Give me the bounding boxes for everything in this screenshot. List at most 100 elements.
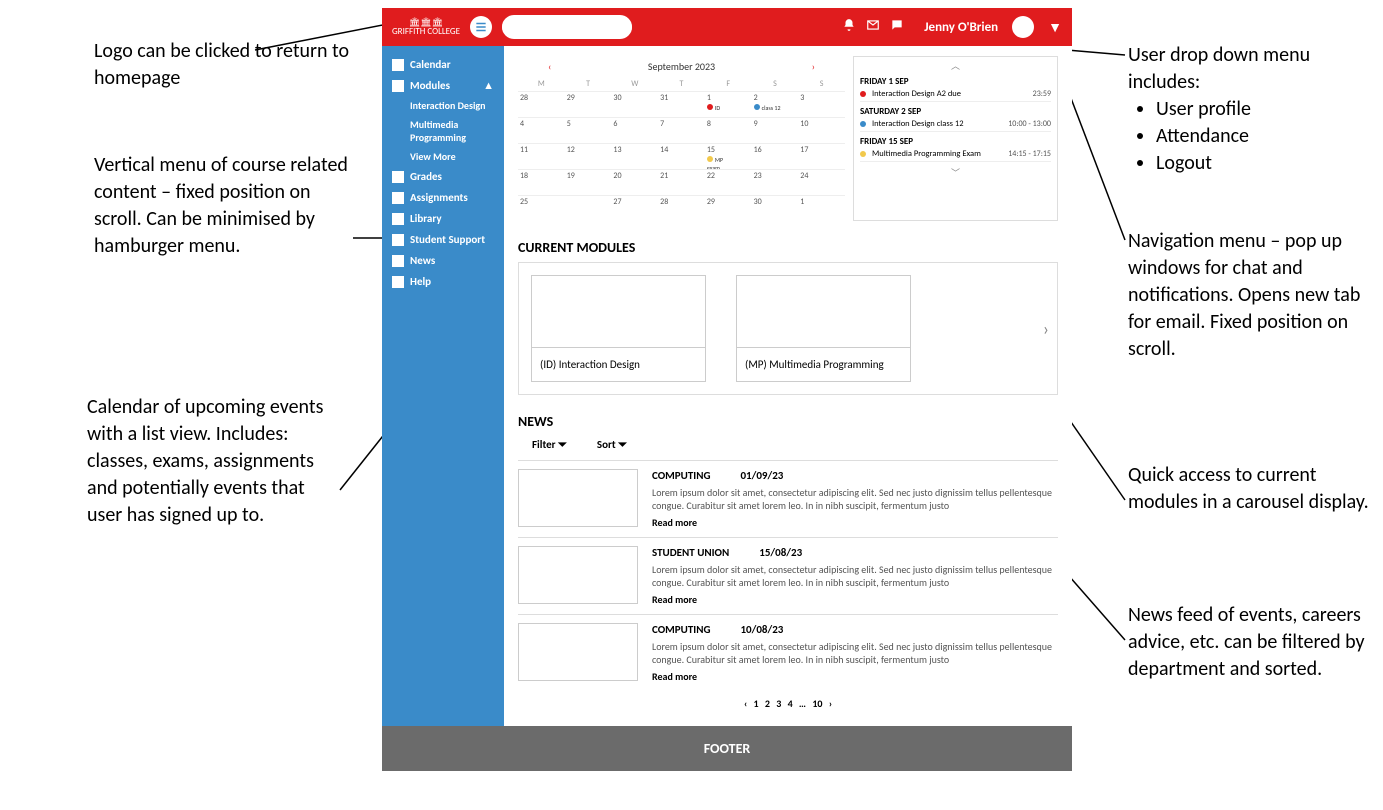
annotation-dropdown-head: User drop down menu includes: <box>1128 42 1373 96</box>
event-title: Interaction Design class 12 <box>872 119 964 129</box>
module-title: (MP) Multimedia Programming <box>737 348 910 381</box>
calendar-cell[interactable]: 18 <box>518 169 565 195</box>
calendar-cell[interactable]: 4 <box>518 117 565 143</box>
calendar-cell[interactable]: 28 <box>518 91 565 117</box>
mail-icon[interactable] <box>866 18 880 36</box>
sidebar-sub-view-more[interactable]: View More <box>382 147 504 166</box>
calendar-cell[interactable]: 23 <box>752 169 799 195</box>
calendar-next[interactable]: › <box>812 60 815 73</box>
news-row: COMPUTING01/09/23 Lorem ipsum dolor sit … <box>518 460 1058 537</box>
chat-icon[interactable] <box>890 18 904 36</box>
calendar-cell[interactable]: 20 <box>611 169 658 195</box>
calendar-cell[interactable]: 28 <box>658 195 705 221</box>
avatar[interactable] <box>1012 16 1034 38</box>
calendar-cell[interactable]: 30 <box>752 195 799 221</box>
bell-icon[interactable] <box>842 18 856 36</box>
event-row[interactable]: Multimedia Programming Exam14:15 - 17:15 <box>860 147 1051 162</box>
sidebar-item-label: Assignments <box>410 191 468 204</box>
calendar-cell[interactable]: 7 <box>658 117 705 143</box>
calendar-prev[interactable]: ‹ <box>548 60 551 73</box>
event-date: FRIDAY 15 SEP <box>860 136 1051 147</box>
calendar-cell[interactable]: 12 <box>565 143 612 169</box>
calendar-cell[interactable]: 21 <box>658 169 705 195</box>
calendar-cell[interactable]: 1ID <box>705 91 752 117</box>
calendar-cell[interactable]: 29 <box>705 195 752 221</box>
calendar-cell[interactable]: 1 <box>798 195 845 221</box>
sidebar-sub-interaction-design[interactable]: Interaction Design <box>382 96 504 115</box>
calendar-cell[interactable]: 2class 12 <box>752 91 799 117</box>
filter-icon: ⏷ <box>558 438 567 451</box>
news-filter[interactable]: Filter ⏷ <box>532 438 567 452</box>
event-list-up[interactable]: ︿ <box>854 57 1057 74</box>
sidebar-item-modules[interactable]: Modules▲ <box>382 75 504 96</box>
news-readmore[interactable]: Read more <box>652 593 1058 606</box>
sidebar-item-assignments[interactable]: Assignments <box>382 187 504 208</box>
module-card[interactable]: (MP) Multimedia Programming <box>736 275 911 382</box>
event-title: Interaction Design A2 due <box>872 89 961 99</box>
event-list-down[interactable]: ﹀ <box>854 164 1057 181</box>
calendar-cell[interactable]: 9 <box>752 117 799 143</box>
calendar-cell[interactable]: 11 <box>518 143 565 169</box>
news-sort[interactable]: Sort ⏷ <box>597 438 627 452</box>
calendar-cell[interactable]: 31 <box>658 91 705 117</box>
calendar-cell[interactable]: 30 <box>611 91 658 117</box>
sidebar-item-calendar[interactable]: Calendar <box>382 54 504 75</box>
module-card[interactable]: (ID) Interaction Design <box>531 275 706 382</box>
sidebar-item-library[interactable]: Library <box>382 208 504 229</box>
calendar-cell[interactable]: 17 <box>798 143 845 169</box>
news-image <box>518 469 638 527</box>
sidebar-item-student-support[interactable]: Student Support <box>382 229 504 250</box>
user-dropdown-caret[interactable]: ▼ <box>1048 19 1062 36</box>
annotation-sidebar: Vertical menu of course related content … <box>94 152 354 260</box>
calendar-cell[interactable]: 8 <box>705 117 752 143</box>
pager-page[interactable]: 3 <box>776 697 781 710</box>
sidebar-item-grades[interactable]: Grades <box>382 166 504 187</box>
calendar-cell[interactable]: 13 <box>611 143 658 169</box>
pager-next[interactable]: › <box>829 697 832 710</box>
calendar-cell[interactable]: 5 <box>565 117 612 143</box>
calendar-cell[interactable]: 6 <box>611 117 658 143</box>
hamburger-button[interactable] <box>470 16 492 38</box>
pager-page[interactable]: 10 <box>812 697 822 710</box>
collapse-icon: ▲ <box>483 79 494 92</box>
calendar-cell[interactable]: 25 <box>518 195 565 221</box>
footer: FOOTER <box>382 726 1072 771</box>
calendar-cell[interactable]: 10 <box>798 117 845 143</box>
annotation-dropdown: User drop down menu includes: User profi… <box>1128 42 1373 177</box>
news-date: 15/08/23 <box>759 546 802 559</box>
pager-page[interactable]: 1 <box>754 697 759 710</box>
news-readmore[interactable]: Read more <box>652 516 1058 529</box>
calendar-cell[interactable]: 24 <box>798 169 845 195</box>
annotation-calendar: Calendar of upcoming events with a list … <box>87 394 337 529</box>
news-readmore[interactable]: Read more <box>652 670 1058 683</box>
event-title: Multimedia Programming Exam <box>872 149 981 159</box>
calendar-cell[interactable]: 15MPexam <box>705 143 752 169</box>
pager-page[interactable]: 4 <box>788 697 793 710</box>
carousel-next[interactable]: › <box>1043 318 1049 340</box>
calendar-cell[interactable]: 14 <box>658 143 705 169</box>
calendar-cell[interactable]: 19 <box>565 169 612 195</box>
search-input[interactable] <box>502 21 632 33</box>
search-box <box>502 15 632 39</box>
calendar-cell[interactable]: 27 <box>611 195 658 221</box>
module-thumb <box>532 276 705 348</box>
calendar-cell[interactable]: 16 <box>752 143 799 169</box>
news-image <box>518 546 638 604</box>
pager-page[interactable]: 2 <box>765 697 770 710</box>
sidebar-item-help[interactable]: Help <box>382 271 504 292</box>
news-category: STUDENT UNION <box>652 546 729 559</box>
sidebar-item-news[interactable]: News <box>382 250 504 271</box>
event-row[interactable]: Interaction Design class 1210:00 - 13:00 <box>860 117 1051 132</box>
app-frame: 🏛🏛🏛 GRIFFITH COLLEGE Jenn <box>382 8 1072 771</box>
calendar-cell[interactable]: 3 <box>798 91 845 117</box>
logo[interactable]: 🏛🏛🏛 GRIFFITH COLLEGE <box>392 18 460 37</box>
news-pager: ‹ 1 2 3 4 … 10 › <box>518 691 1058 716</box>
calendar-cell[interactable]: 22 <box>705 169 752 195</box>
event-row[interactable]: Interaction Design A2 due23:59 <box>860 87 1051 102</box>
sidebar-sub-multimedia-programming[interactable]: Multimedia Programming <box>382 115 504 147</box>
news-date: 10/08/23 <box>740 623 783 636</box>
calendar-dayhead: M <box>518 77 565 91</box>
pager-prev[interactable]: ‹ <box>744 697 747 710</box>
calendar-cell[interactable] <box>565 195 612 221</box>
calendar-cell[interactable]: 29 <box>565 91 612 117</box>
